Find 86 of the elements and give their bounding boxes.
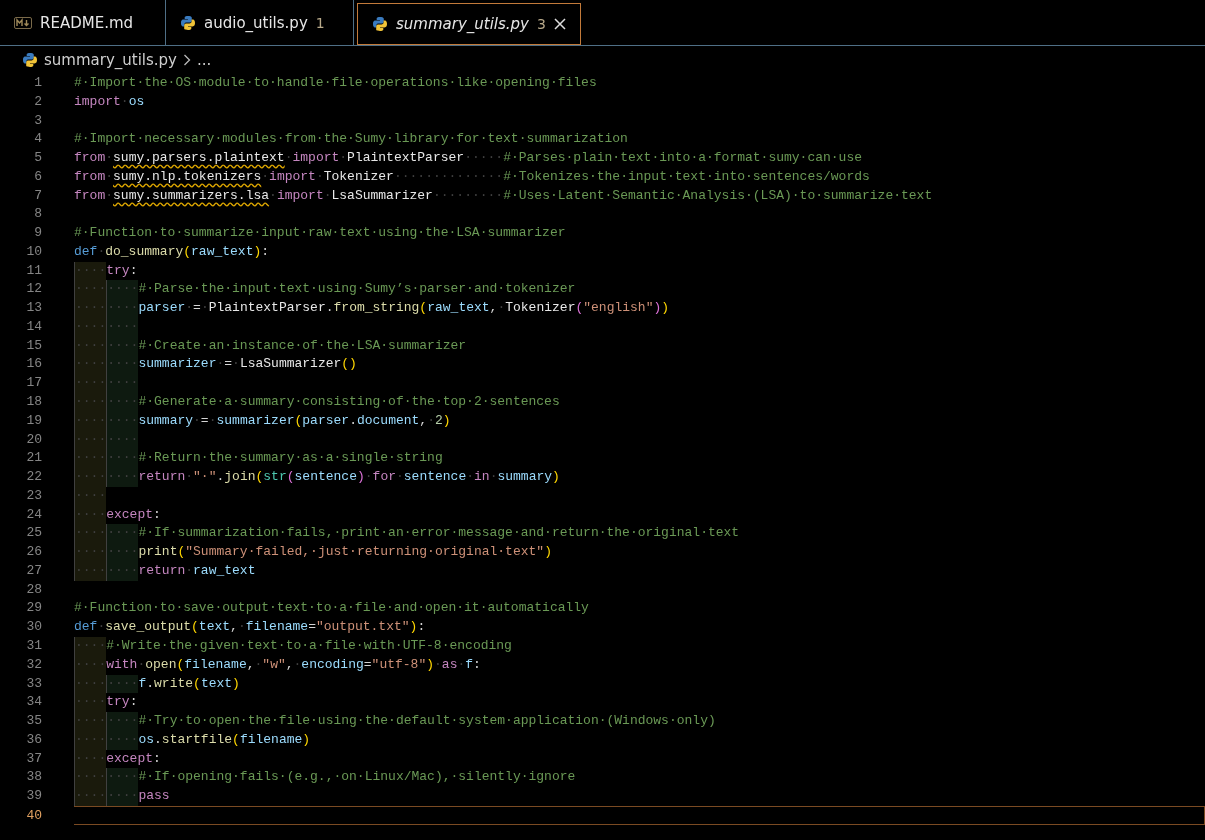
code-line: ········#·Try·to·open·the·file·using·the·default·system·application·(Windows·only) [74, 712, 716, 731]
code-line: ····try: [74, 261, 138, 281]
line-number: 16 [25, 355, 42, 374]
breadcrumb-more[interactable]: ... [197, 51, 212, 69]
line-number: 8 [33, 205, 42, 224]
code-line: from·sumy.summarizers.lsa·import·LsaSummarizer·········#·Uses·Latent·Semantic·Analysis·(LSA)·to·summarize·text [74, 186, 933, 205]
line-number: 38 [25, 768, 42, 787]
code-line: import·os [74, 92, 145, 111]
line-number: 27 [25, 561, 42, 580]
line-number: 14 [25, 317, 42, 336]
code-line: ····with·open(filename,·"w",·encoding="utf-8")·as·f: [74, 655, 481, 675]
line-number: 19 [25, 411, 42, 430]
line-number: 35 [25, 712, 42, 731]
python-icon [22, 52, 38, 68]
code-line: ········#·Generate·a·summary·consisting·of·the·top·2·sentences [74, 393, 560, 412]
code-line: #·Import·necessary·modules·from·the·Sumy·library·for·text·summarization [74, 130, 628, 149]
code-line: from·sumy.parsers.plaintext·import·PlaintextParser·····#·Parses·plain·text·into·a·format·sumy·can·use [74, 149, 862, 168]
line-number: 23 [25, 486, 42, 505]
line-number: 12 [25, 280, 42, 299]
code-line: ····try: [74, 693, 138, 713]
code-line: ········#·If·opening·fails·(e.g.,·on·Linux/Mac),·silently·ignore [74, 768, 576, 788]
python-icon [180, 14, 196, 31]
code-line: #·Function·to·summarize·input·raw·text·using·the·LSA·summarizer [74, 224, 566, 243]
line-number: 18 [25, 393, 42, 411]
code-line: ········os.startfile(filename) [74, 730, 311, 750]
chevron-icon [183, 54, 191, 66]
code-line: ········#·If·summarization·fails,·print·an·error·message·and·return·the·original·text [74, 524, 740, 544]
markdown-icon [14, 16, 32, 29]
code-line: ········#·Return·the·summary·as·a·single·string [74, 449, 443, 469]
line-number: 20 [25, 430, 42, 449]
line-number: 40 [25, 806, 42, 824]
line-number: 3 [33, 111, 42, 130]
line-number: 39 [25, 787, 42, 806]
line-number: 2 [33, 92, 42, 111]
line-number: 24 [25, 505, 42, 524]
line-number: 28 [25, 580, 42, 599]
problem-count: 1 [315, 14, 325, 31]
code-line: ········parser·=·PlaintextParser.from_string(raw_text,·Tokenizer("english")) [74, 299, 670, 318]
code-line: ········#·Parse·the·input·text·using·Sumy’s·parser·and·tokenizer [74, 280, 576, 300]
line-number: 36 [25, 730, 42, 749]
code-line: def·save_output(text,·filename="output.txt"): [74, 618, 426, 637]
line-number: 25 [25, 524, 42, 543]
editor-tab[interactable]: summary_utils.py 3 [357, 3, 581, 45]
line-number: 32 [25, 655, 42, 674]
code-line: ········f.write(text) [74, 674, 240, 694]
code-line: ········#·Create·an·instance·of·the·LSA·summarizer [74, 336, 467, 356]
line-number: 6 [33, 167, 42, 186]
line-number: 29 [25, 599, 42, 618]
line-number: 37 [25, 749, 42, 768]
code-line: ········return·raw_text [74, 561, 256, 581]
code-line: ········ [74, 430, 139, 450]
code-line: ········summarizer·=·LsaSummarizer() [74, 355, 357, 375]
problem-count: 3 [537, 16, 546, 32]
code-line: ········ [74, 317, 139, 337]
close-icon[interactable] [553, 18, 566, 30]
line-number: 31 [25, 636, 42, 655]
line-number: 4 [33, 130, 42, 149]
line-number: 17 [25, 374, 42, 393]
python-icon [372, 16, 388, 32]
line-number: 1 [33, 74, 42, 92]
line-number: 34 [25, 693, 42, 712]
code-line: ········pass [74, 787, 170, 806]
code-line: ········return·"·".join(str(sentence)·for·sentence·in·summary) [74, 468, 560, 487]
line-number: 22 [25, 468, 42, 487]
line-number: 10 [25, 242, 42, 261]
code-line: ········summary·=·summarizer(parser.document,·2) [74, 411, 451, 431]
line-number: 15 [25, 336, 42, 355]
line-number: 33 [25, 674, 42, 693]
code-line: ····#·Write·the·given·text·to·a·file·with·UTF-8·encoding [74, 636, 512, 656]
line-number: 13 [25, 299, 42, 318]
code-line: ····except: [74, 749, 161, 769]
line-number: 5 [33, 149, 42, 168]
line-number: 30 [25, 618, 42, 637]
code-line: #·Import·the·OS·module·to·handle·file·operations·like·opening·files [74, 74, 597, 92]
line-number: 21 [25, 449, 42, 468]
code-line: from·sumy.nlp.tokenizers·import·Tokenizer··············#·Tokenizes·the·input·text·into·sentences/words [74, 167, 870, 186]
code-line: ········ [74, 374, 139, 393]
line-number: 9 [33, 224, 42, 243]
line-number: 11 [25, 261, 42, 280]
line-number: 7 [33, 186, 42, 205]
code-line: ········print("Summary·failed,·just·returning·original·text") [74, 543, 552, 562]
code-line: def·do_summary(raw_text): [74, 242, 270, 261]
line-number: 26 [25, 543, 42, 562]
breadcrumb-file[interactable]: summary_utils.py [44, 51, 177, 69]
code-line: ····except: [74, 505, 161, 525]
code-line: #·Function·to·save·output·text·to·a·file·and·open·it·automatically [74, 599, 589, 618]
